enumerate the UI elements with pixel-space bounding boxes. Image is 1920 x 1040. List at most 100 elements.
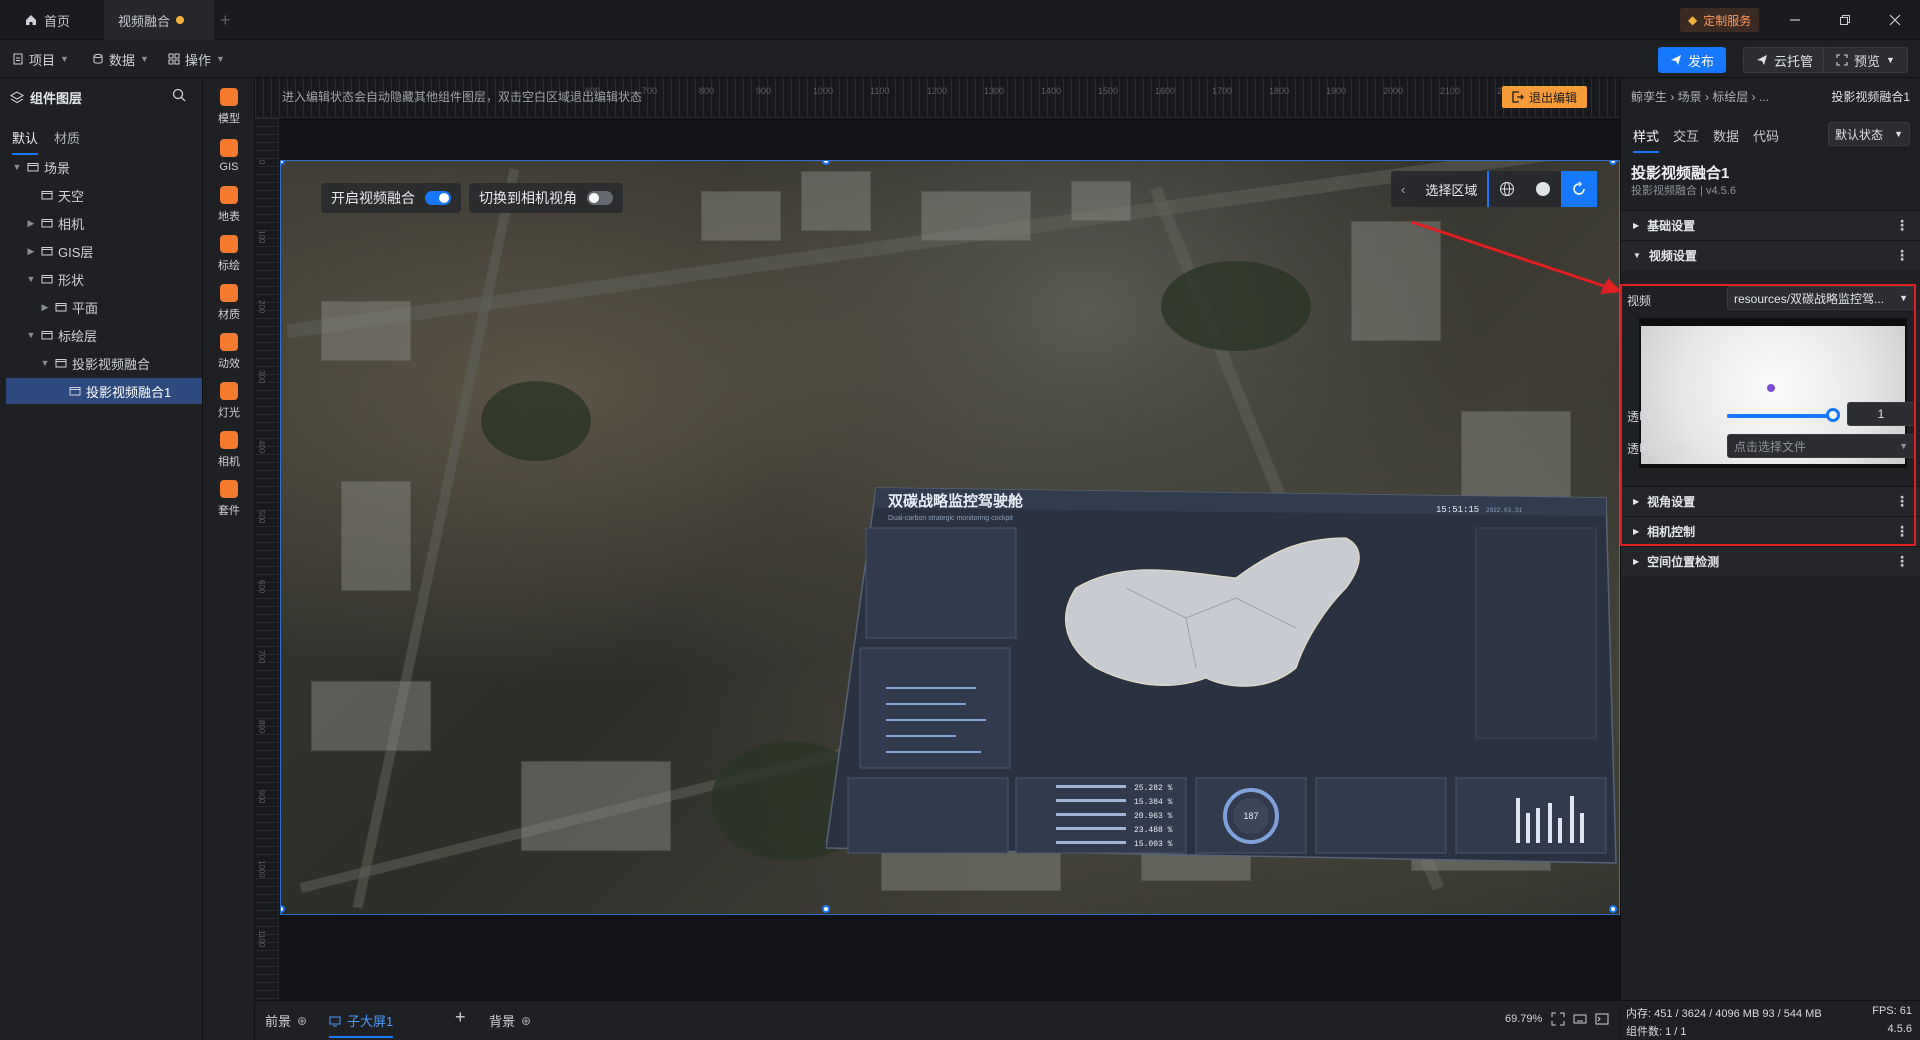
tree-item[interactable]: 投影视频融合1: [6, 378, 202, 404]
tab-document[interactable]: 视频融合: [104, 0, 214, 40]
dashboard-card: [1315, 777, 1447, 854]
tree-item[interactable]: ▼ 形状: [6, 266, 202, 292]
orbit-button[interactable]: [1561, 171, 1598, 207]
ruler-left-labels: 0 100 200 300 400 500 600 700 800 900 1000 1100: [255, 118, 279, 1000]
building: [521, 761, 671, 851]
tab-foreground[interactable]: 前景 ⊕: [265, 1011, 307, 1030]
tab-interaction[interactable]: 交互: [1673, 126, 1699, 153]
add-screen-button[interactable]: +: [455, 1007, 466, 1028]
tab-style[interactable]: 样式: [1633, 126, 1660, 153]
section-spatial[interactable]: ▶ 空间位置检测 ⋮: [1621, 546, 1920, 576]
caret-right-icon[interactable]: ▶: [26, 218, 36, 229]
menu-operations[interactable]: 操作 ▼: [168, 48, 225, 70]
resize-handle-bottom-right[interactable]: [1609, 905, 1617, 913]
add-circle-icon[interactable]: ⊕: [521, 1014, 531, 1028]
tree-item[interactable]: ▼ 场景: [6, 154, 202, 180]
tree-item[interactable]: ▶ 相机: [6, 210, 202, 236]
menu-data[interactable]: 数据 ▼: [92, 48, 149, 70]
section-basic[interactable]: ▶ 基础设置 ⋮: [1621, 210, 1920, 240]
effect-icon: [220, 333, 238, 351]
caret-down-icon[interactable]: ▼: [12, 162, 22, 172]
tab-data[interactable]: 数据: [1713, 126, 1739, 153]
resize-handle-bottom[interactable]: [822, 905, 830, 913]
sphere-button[interactable]: [1525, 171, 1561, 207]
minimize-button[interactable]: [1775, 6, 1815, 34]
tab-code[interactable]: 代码: [1753, 126, 1779, 153]
custom-service-button[interactable]: ◆ 定制服务: [1680, 8, 1760, 32]
tool-label: 相机: [218, 456, 240, 468]
publish-button[interactable]: 发布: [1658, 47, 1727, 73]
tree-item[interactable]: ▶ 平面: [6, 294, 202, 320]
caret-down-icon[interactable]: ▼: [26, 274, 36, 284]
subtab-default[interactable]: 默认: [12, 128, 39, 155]
resize-handle-top[interactable]: [822, 161, 830, 165]
component-version: 投影视频融合 | v4.5.6: [1631, 185, 1736, 197]
ruler-tick-label: 1700: [1212, 86, 1233, 96]
tab-child-screen[interactable]: 子大屏1: [329, 1011, 394, 1038]
resize-handle-top-left[interactable]: [281, 161, 285, 165]
restore-button[interactable]: [1825, 6, 1865, 34]
annotation-arrow: [1411, 220, 1622, 294]
layer-panel: 组件图层 默认 材质 ▼ 场景 天空 ▶ 相机 ▶ GIS层 ▼ 形状 ▶ 平面 ▼ 标绘层 ▼ 投影视频融…: [0, 78, 203, 1040]
tree-item[interactable]: ▼ 投影视频融合: [6, 350, 202, 376]
section-video[interactable]: ▼ 视频设置 ⋮: [1621, 240, 1920, 270]
state-select-value: 默认状态: [1835, 127, 1884, 142]
video-fusion-toggle[interactable]: [425, 191, 451, 205]
subtab-material[interactable]: 材质: [54, 128, 80, 155]
model-icon: [220, 88, 238, 106]
caret-down-icon[interactable]: ▼: [26, 330, 36, 340]
tab-home[interactable]: 首页: [10, 0, 84, 40]
building: [1071, 181, 1131, 221]
terminal-icon[interactable]: [1595, 1012, 1609, 1026]
caret-right-icon[interactable]: ▶: [26, 246, 36, 257]
percentage-value: 15.384 %: [1134, 798, 1173, 807]
tab-document-label: 视频融合: [118, 13, 171, 29]
property-tabs: 样式 交互 数据 代码: [1633, 126, 1779, 153]
camera-view-toggle[interactable]: [587, 191, 613, 205]
caret-right-icon[interactable]: ▶: [40, 302, 50, 313]
resize-handle-top-right[interactable]: [1609, 161, 1617, 165]
dashboard-date: 2022.03.31: [1486, 507, 1522, 514]
ruler-tick-label: 1500: [1098, 86, 1119, 96]
menu-project[interactable]: 项目 ▼: [12, 48, 69, 70]
camera-view-toggle-group: 切换到相机视角: [469, 183, 623, 213]
collapse-button[interactable]: ‹: [1391, 171, 1415, 207]
tool-column: 模型 GIS 地表 标绘 材质 动效 灯光 相机 套件: [203, 78, 255, 1040]
chevron-down-icon: ▼: [1886, 55, 1895, 65]
fit-icon[interactable]: [1551, 1012, 1565, 1026]
ruler-tick-label: 1900: [1326, 86, 1347, 96]
caret-down-icon[interactable]: ▼: [40, 358, 50, 368]
search-button[interactable]: [172, 88, 186, 102]
cloud-host-button[interactable]: 云托管: [1743, 47, 1827, 73]
highlight-frame: [1620, 284, 1916, 546]
add-tab-button[interactable]: +: [220, 10, 231, 31]
tree-item[interactable]: 天空: [6, 182, 202, 208]
zoom-level[interactable]: 69.79%: [1505, 1013, 1542, 1025]
resize-handle-bottom-left[interactable]: [281, 905, 285, 913]
add-circle-icon[interactable]: ⊕: [297, 1014, 307, 1028]
tab-background[interactable]: 背景 ⊕: [489, 1011, 531, 1030]
chevron-down-icon: ▼: [60, 54, 69, 64]
exit-edit-button[interactable]: 退出编辑: [1502, 86, 1588, 108]
keyboard-icon[interactable]: [1573, 1012, 1587, 1026]
tree-item[interactable]: ▼ 标绘层: [6, 322, 202, 348]
kit-icon: [220, 480, 238, 498]
database-icon: [93, 53, 103, 64]
more-icon[interactable]: ⋮: [1895, 553, 1909, 570]
dashboard-card: [865, 527, 1017, 639]
close-window-button[interactable]: [1875, 6, 1915, 34]
tree-item[interactable]: ▶ GIS层: [6, 238, 202, 264]
more-icon[interactable]: ⋮: [1895, 217, 1909, 234]
breadcrumb-text[interactable]: 鲸孪生 › 场景 › 标绘层 › ...: [1631, 90, 1769, 104]
select-area-button[interactable]: 选择区域: [1415, 171, 1487, 207]
more-icon[interactable]: ⋮: [1895, 247, 1909, 264]
title-bar: 首页 视频融合 + ◆ 定制服务: [0, 0, 1920, 40]
building: [321, 301, 411, 361]
camera-icon: [220, 431, 238, 449]
current-component-name: 投影视频融合1: [1831, 90, 1910, 104]
preview-button[interactable]: 预览 ▼: [1823, 47, 1908, 73]
menu-data-label: 数据: [109, 52, 136, 68]
globe-button[interactable]: [1487, 171, 1525, 207]
state-select[interactable]: 默认状态 ▼: [1828, 122, 1910, 146]
tool-kit[interactable]: 套件: [203, 470, 255, 528]
